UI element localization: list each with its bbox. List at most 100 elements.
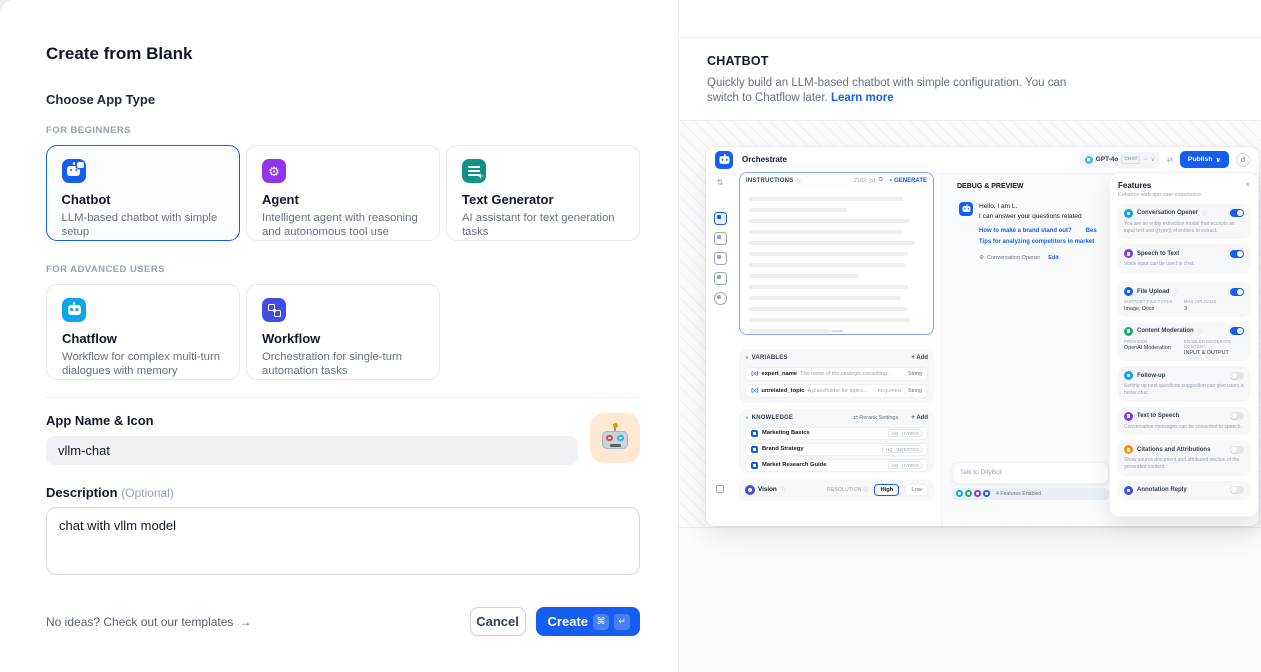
feature-col-value: INPUT & OUTPUT	[1184, 350, 1244, 356]
instructions-skeleton	[740, 189, 933, 333]
chatflow-icon	[62, 298, 86, 322]
speaker-icon	[1124, 412, 1133, 421]
rerank-settings-button[interactable]: ⇄ Rerank Settings	[853, 415, 898, 421]
preview-heading: CHATBOT	[707, 54, 1233, 68]
robot-emoji-icon	[600, 423, 630, 453]
rail-preview-icon[interactable]	[714, 232, 727, 245]
shuffle-icon[interactable]: ⇄	[1167, 156, 1173, 164]
resize-handle[interactable]	[831, 330, 843, 332]
preview-top-strip	[679, 0, 1261, 38]
variable-row[interactable]: {x} unrelated_topic A placeholder for to…	[745, 384, 928, 398]
chevron-down-icon: ∨	[1215, 156, 1221, 164]
app-type-card-text-generator[interactable]: + Text Generator AI assistant for text g…	[446, 145, 640, 241]
instructions-panel: INSTRUCTIONS ⓘ 2182 {x} ⧉ ⋆ GENERATE	[739, 172, 934, 335]
feature-title: Content Moderation	[1137, 328, 1194, 334]
knowledge-row[interactable]: Market Research Guide HQ · HYBRID	[745, 459, 928, 472]
resolution-high-option[interactable]: High	[874, 484, 899, 496]
feature-col-value: Image, Docs	[1124, 306, 1184, 312]
rail-logs-icon[interactable]	[714, 252, 727, 265]
features-subtitle: Enhance web app user experience	[1118, 192, 1201, 198]
close-icon[interactable]: ×	[1245, 181, 1250, 189]
collapse-icon[interactable]: ∨	[745, 355, 749, 361]
swap-icon: ⇅	[717, 178, 724, 187]
suggested-question-link[interactable]: How to make a brand stand out?	[979, 228, 1072, 234]
create-app-modal: Create from Blank Choose App Type FOR BE…	[0, 0, 1261, 672]
app-icon-picker[interactable]	[590, 413, 640, 463]
learn-more-link[interactable]: Learn more	[831, 92, 894, 104]
rail-settings-icon[interactable]	[714, 292, 727, 305]
chat-placeholder: Talk to DifyBot	[953, 463, 1108, 483]
content-moderation-badge-icon	[965, 490, 972, 497]
annotation-icon	[1124, 486, 1133, 495]
chevron-down-icon: ∨	[1151, 156, 1155, 163]
feature-toggle[interactable]	[1230, 250, 1244, 258]
card-description: LLM-based chatbot with simple setup	[62, 211, 225, 239]
vision-eye-icon	[745, 485, 755, 495]
bot-avatar	[959, 202, 973, 216]
follow-up-icon	[1124, 371, 1133, 380]
variable-type: String	[908, 371, 922, 377]
feature-toggle[interactable]	[1230, 446, 1244, 454]
knowledge-row[interactable]: Brand Strategy HQ · INVERTED	[745, 443, 928, 456]
feature-toggle[interactable]	[1230, 209, 1244, 217]
resolution-label: RESOLUTION ⓘ	[827, 486, 868, 493]
shield-icon	[1124, 327, 1133, 336]
collapse-icon[interactable]: ∨	[745, 415, 749, 421]
description-textarea[interactable]: chat with vllm model	[46, 507, 640, 575]
app-name-input[interactable]	[46, 436, 578, 465]
edit-link[interactable]: Edit	[1048, 255, 1059, 261]
model-selector[interactable]: GPT-4o CHAT ◦◦ ∨	[1080, 152, 1160, 168]
feature-toggle[interactable]	[1230, 486, 1244, 494]
card-description: AI assistant for text generation tasks	[462, 211, 624, 239]
variables-icon[interactable]: {x}	[869, 178, 875, 184]
app-type-card-agent[interactable]: ⚙ Agent Intelligent agent with reasoning…	[246, 145, 440, 241]
feature-follow-up: Follow-up Setting up next questions sugg…	[1118, 366, 1250, 402]
info-icon: ⓘ	[796, 177, 802, 185]
resolution-low-option[interactable]: Low	[905, 484, 928, 496]
model-name: GPT-4o	[1096, 156, 1119, 163]
checkbox-icon[interactable]	[716, 485, 724, 493]
add-knowledge-button[interactable]: + Add	[911, 415, 928, 421]
microphone-icon	[1124, 249, 1133, 258]
cancel-button[interactable]: Cancel	[470, 607, 526, 636]
chat-input[interactable]: Talk to DifyBot	[952, 462, 1109, 484]
opener-label: Conversation Opener	[987, 255, 1040, 261]
app-type-card-chatflow[interactable]: Chatflow Workflow for complex multi-turn…	[46, 284, 240, 380]
feature-annotation-reply: Annotation Reply	[1118, 481, 1250, 500]
knowledge-row[interactable]: Marketing Basics HQ · HYBRID	[745, 427, 928, 440]
feature-description: Conversation messages can be converted t…	[1124, 424, 1244, 431]
history-icon[interactable]: ↺	[1236, 153, 1250, 167]
folder-icon	[1124, 287, 1133, 296]
create-form-pane: Create from Blank Choose App Type FOR BE…	[0, 0, 678, 672]
knowledge-tag: HQ · INVERTED	[882, 445, 922, 453]
feature-toggle[interactable]	[1230, 372, 1244, 380]
suggested-question-link[interactable]: Bes	[1086, 228, 1097, 234]
variable-row[interactable]: {x} expert_name The name of the strategi…	[745, 367, 928, 381]
feature-file-upload: File Upload ⓘ SUPPORT FILE TYPES Image, …	[1118, 282, 1250, 317]
feature-citations: Citations and Attributions Show source d…	[1118, 440, 1250, 476]
create-button[interactable]: Create ⌘ ↵	[536, 607, 640, 636]
conversation-opener-badge-icon	[956, 490, 963, 497]
rail-annotations-icon[interactable]	[714, 272, 727, 285]
description-label: Description (Optional)	[46, 485, 640, 500]
templates-link[interactable]: No ideas? Check out our templates →	[46, 615, 251, 629]
info-icon: ⓘ	[1198, 328, 1203, 335]
file-upload-badge-icon	[983, 490, 990, 497]
suggested-question-link[interactable]: Tips for analyzing competitors in market	[979, 239, 1094, 245]
generate-button[interactable]: ⋆ GENERATE	[889, 177, 927, 184]
card-title: Chatflow	[62, 331, 224, 346]
feature-toggle[interactable]	[1230, 288, 1244, 296]
model-mode-tag: CHAT	[1121, 156, 1140, 164]
copy-icon[interactable]: ⧉	[879, 177, 883, 184]
feature-toggle[interactable]	[1230, 327, 1244, 335]
document-icon	[751, 430, 758, 437]
feature-toggle[interactable]	[1230, 412, 1244, 420]
app-type-card-workflow[interactable]: Workflow Orchestration for single-turn a…	[246, 284, 440, 380]
add-variable-button[interactable]: + Add	[911, 355, 928, 361]
app-type-card-chatbot[interactable]: Chatbot LLM-based chatbot with simple se…	[46, 145, 240, 241]
chatbot-icon	[62, 159, 86, 183]
conversation-opener-icon	[1124, 209, 1133, 218]
publish-button[interactable]: Publish ∨	[1180, 151, 1229, 168]
enter-key-icon: ↵	[614, 614, 630, 630]
rail-orchestrate-icon[interactable]	[714, 212, 727, 225]
